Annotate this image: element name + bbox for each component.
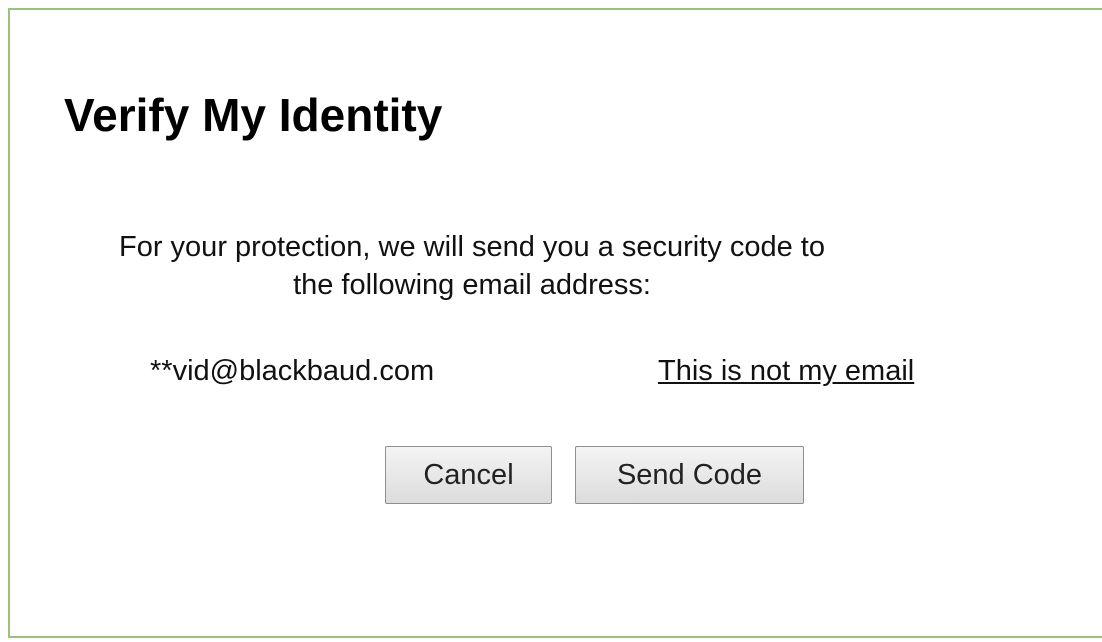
not-my-email-link[interactable]: This is not my email — [658, 355, 914, 388]
verify-identity-dialog: Verify My Identity For your protection, … — [8, 8, 1102, 638]
dialog-title: Verify My Identity — [64, 89, 443, 141]
cancel-button[interactable]: Cancel — [385, 446, 552, 504]
email-row: **vid@blackbaud.com This is not my email — [150, 355, 970, 395]
send-code-button[interactable]: Send Code — [575, 446, 804, 504]
masked-email-address: **vid@blackbaud.com — [150, 355, 435, 387]
security-code-message: For your protection, we will send you a … — [119, 231, 825, 301]
